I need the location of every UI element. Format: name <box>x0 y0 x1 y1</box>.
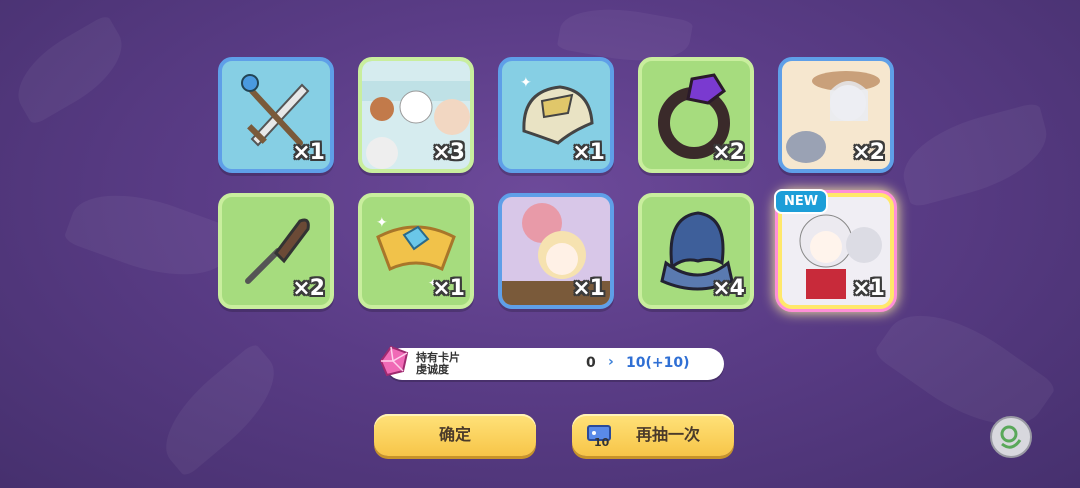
bg-leaf <box>62 174 238 296</box>
bg-leaf <box>893 101 1057 209</box>
quantity-label: ×2 <box>712 140 745 165</box>
quantity-label: ×1 <box>292 140 325 165</box>
svg-text:✦: ✦ <box>376 215 388 231</box>
quantity-label: ×1 <box>852 276 885 301</box>
skip-icon[interactable] <box>988 414 1034 460</box>
reward-grid: ×1 ×3 ✦ ×1 ×2 ×2 ×2 ✦ ✦ ×1 ×1 ×4 ×1 NEW <box>218 57 894 309</box>
reward-card-scene-3[interactable]: ×1 <box>498 193 614 309</box>
stat-arrow-icon: › <box>608 354 614 370</box>
reward-card-scene-2[interactable]: ×2 <box>778 57 894 173</box>
stat-label: 持有卡片 虔诚度 <box>416 352 476 376</box>
reward-card-scene-1[interactable]: ×3 <box>358 57 474 173</box>
reward-card-tiara[interactable]: ✦ ✦ ×1 <box>358 193 474 309</box>
confirm-button-label: 确定 <box>438 425 471 444</box>
stat-from-value: 0 <box>586 355 596 371</box>
quantity-label: ×1 <box>572 140 605 165</box>
redraw-button-label: 再抽一次 <box>635 425 700 444</box>
ticket-count: 10 <box>594 436 610 449</box>
stat-label-line2: 虔诚度 <box>416 363 449 376</box>
reward-card-ring[interactable]: ×2 <box>638 57 754 173</box>
quantity-label: ×1 <box>432 276 465 301</box>
svg-text:✦: ✦ <box>520 75 532 91</box>
quantity-label: ×4 <box>712 276 745 301</box>
bg-leaf <box>147 342 293 478</box>
redraw-button[interactable]: 10 再抽一次 <box>572 414 734 456</box>
quantity-label: ×3 <box>432 140 465 165</box>
reward-card-chisel[interactable]: ×2 <box>218 193 334 309</box>
quantity-label: ×2 <box>292 276 325 301</box>
confirm-button[interactable]: 确定 <box>374 414 536 456</box>
devotion-stat-bar: 持有卡片 虔诚度 0 › 10(+10) <box>386 348 724 380</box>
reward-card-sword[interactable]: ×1 <box>218 57 334 173</box>
quantity-label: ×2 <box>852 140 885 165</box>
reward-card-hood[interactable]: ×4 <box>638 193 754 309</box>
stat-to-value: 10(+10) <box>626 355 690 371</box>
new-badge: NEW <box>774 189 829 214</box>
bg-leaf <box>3 14 137 126</box>
gem-icon <box>379 345 409 377</box>
reward-card-helmet[interactable]: ✦ ×1 <box>498 57 614 173</box>
quantity-label: ×1 <box>572 276 605 301</box>
